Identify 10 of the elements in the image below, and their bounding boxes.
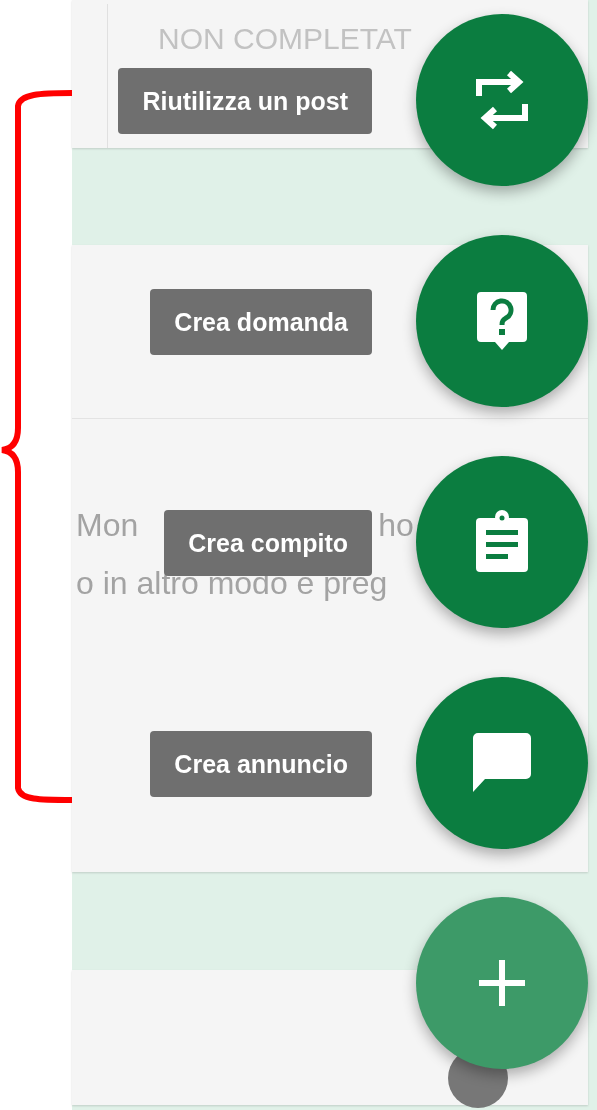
action-tooltip: Crea compito [164, 510, 372, 576]
post-text: ho [378, 506, 414, 545]
action-tooltip: Crea annuncio [150, 731, 372, 797]
plus-icon [479, 960, 525, 1006]
chat-bubble-icon [471, 732, 533, 794]
action-tooltip: Riutilizza un post [118, 68, 372, 134]
clipboard-icon [474, 510, 530, 574]
repeat-icon [473, 70, 531, 130]
post-text: Mon [76, 506, 139, 545]
action-tooltip: Crea domanda [150, 289, 372, 355]
